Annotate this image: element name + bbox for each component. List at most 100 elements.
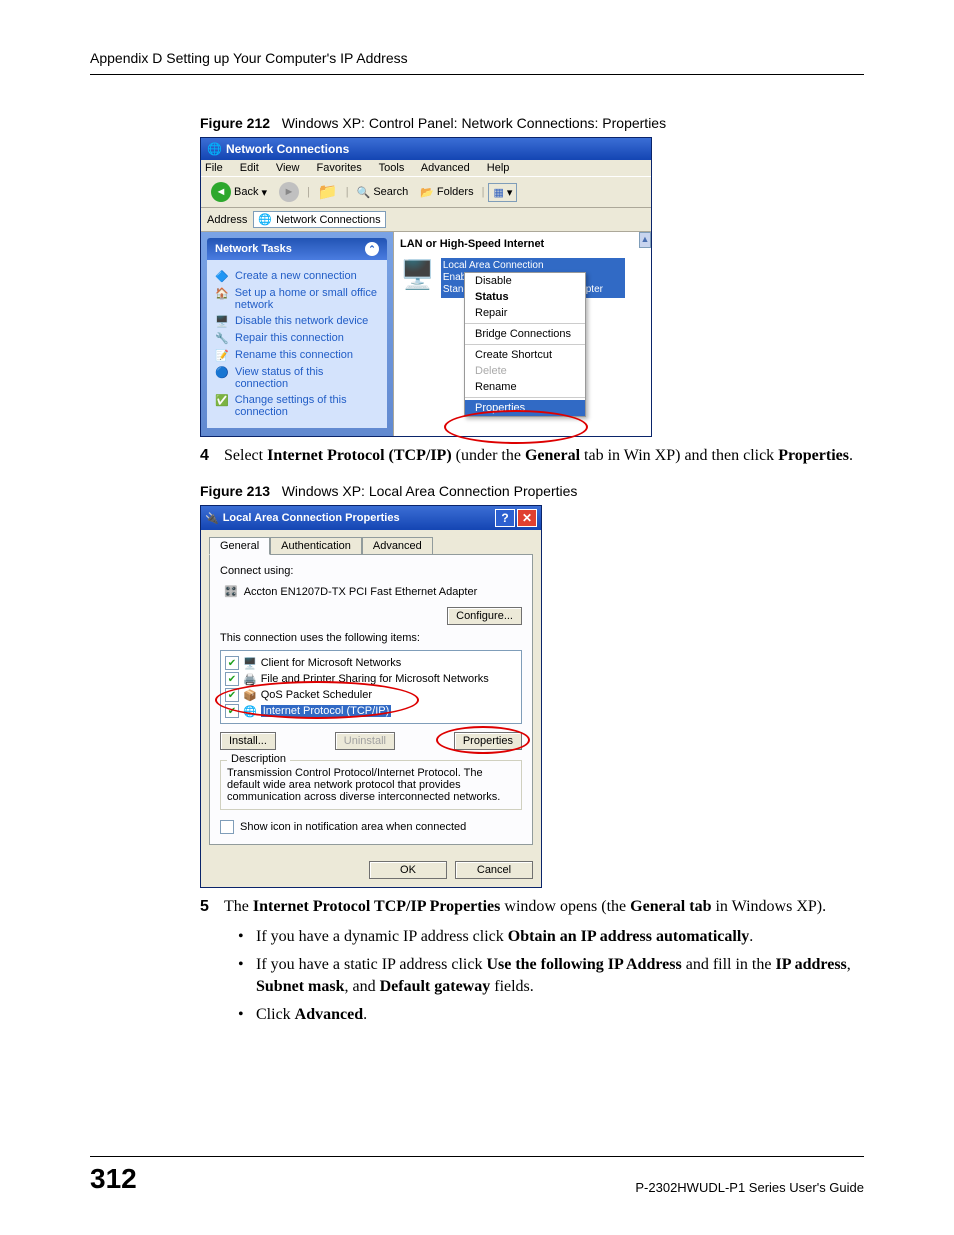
task-setup-network[interactable]: 🏠Set up a home or small office network (215, 287, 379, 311)
page-number: 312 (90, 1163, 137, 1195)
t: Obtain an IP address automatically (508, 928, 750, 945)
uses-items-label: This connection uses the following items… (220, 632, 522, 644)
collapse-icon: ⌃ (365, 242, 379, 256)
task-view-status[interactable]: 🔵View status of this connection (215, 366, 379, 390)
task-label: Rename this connection (235, 349, 353, 362)
separator (465, 323, 585, 324)
item-label: Internet Protocol (TCP/IP) (261, 705, 392, 717)
ctx-properties[interactable]: Properties (465, 400, 585, 416)
menu-help[interactable]: Help (487, 162, 510, 174)
t: Use the following IP Address (486, 956, 681, 973)
tab-authentication[interactable]: Authentication (270, 537, 362, 555)
t: Internet Protocol (TCP/IP) (267, 447, 452, 464)
bullet-icon: • (238, 926, 256, 948)
views-button[interactable]: ▦▾ (488, 183, 517, 202)
menubar[interactable]: File Edit View Favorites Tools Advanced … (201, 160, 651, 176)
item-label: Client for Microsoft Networks (261, 657, 402, 669)
screenshot-network-connections: 🌐 Network Connections File Edit View Fav… (200, 137, 652, 437)
figure-212-text: Windows XP: Control Panel: Network Conne… (282, 115, 666, 131)
window-titlebar: 🌐 Network Connections (201, 138, 651, 160)
menu-file[interactable]: File (205, 162, 223, 174)
t: General (525, 447, 580, 464)
task-change-settings[interactable]: ✅Change settings of this connection (215, 394, 379, 418)
install-button[interactable]: Install... (220, 732, 276, 750)
task-label: Set up a home or small office network (235, 287, 379, 311)
up-button[interactable]: 📁 (314, 181, 342, 203)
ok-button[interactable]: OK (369, 861, 447, 879)
ctx-rename[interactable]: Rename (465, 379, 585, 395)
ctx-delete: Delete (465, 363, 585, 379)
search-button[interactable]: 🔍 Search (353, 185, 413, 200)
network-tasks-header[interactable]: Network Tasks ⌃ (207, 238, 387, 260)
disable-icon: 🖥️ (215, 315, 229, 328)
menu-view[interactable]: View (276, 162, 300, 174)
task-rename[interactable]: 📝Rename this connection (215, 349, 379, 362)
scroll-up-button[interactable]: ▲ (639, 232, 651, 248)
task-label: Disable this network device (235, 315, 368, 328)
item-file-print[interactable]: ✔🖨️File and Printer Sharing for Microsof… (225, 671, 517, 687)
menu-edit[interactable]: Edit (240, 162, 259, 174)
folders-button[interactable]: 📂 Folders (416, 185, 477, 200)
address-bar: Address 🌐 Network Connections (201, 208, 651, 232)
settings-icon: ✅ (215, 394, 229, 418)
task-create-connection[interactable]: 🔷Create a new connection (215, 270, 379, 283)
step-number: 4 (200, 445, 224, 467)
section-header: LAN or High-Speed Internet (400, 238, 645, 250)
cancel-button[interactable]: Cancel (455, 861, 533, 879)
item-label: File and Printer Sharing for Microsoft N… (261, 673, 489, 685)
bullet-icon: • (238, 954, 256, 998)
item-qos[interactable]: ✔📦QoS Packet Scheduler (225, 687, 517, 703)
tab-advanced[interactable]: Advanced (362, 537, 433, 555)
item-client-ms[interactable]: ✔🖥️Client for Microsoft Networks (225, 655, 517, 671)
menu-advanced[interactable]: Advanced (421, 162, 470, 174)
items-listbox[interactable]: ✔🖥️Client for Microsoft Networks ✔🖨️File… (220, 650, 522, 724)
t: , and (344, 978, 379, 995)
configure-button[interactable]: Configure... (447, 607, 522, 625)
close-button[interactable]: ✕ (517, 509, 537, 527)
bullet-1: • If you have a dynamic IP address click… (238, 926, 864, 948)
show-icon-row[interactable]: ✔ Show icon in notification area when co… (220, 820, 522, 834)
adapter-name: Accton EN1207D-TX PCI Fast Ethernet Adap… (244, 586, 478, 598)
t: The (224, 898, 253, 915)
dialog-icon: 🔌 (205, 512, 219, 525)
task-label: Repair this connection (235, 332, 344, 345)
ctx-repair[interactable]: Repair (465, 305, 585, 321)
menu-tools[interactable]: Tools (379, 162, 405, 174)
step-number: 5 (200, 896, 224, 918)
connection-icon: 🖥️ (400, 258, 435, 291)
t: fields. (490, 978, 534, 995)
side-panel: Network Tasks ⌃ 🔷Create a new connection… (201, 232, 393, 436)
t: General tab (630, 898, 711, 915)
ctx-status[interactable]: Status (465, 289, 585, 305)
item-tcpip[interactable]: ✔🌐Internet Protocol (TCP/IP) (225, 703, 517, 719)
forward-button[interactable]: ► (275, 181, 303, 203)
t: If you have a static IP address click (256, 956, 486, 973)
menu-favorites[interactable]: Favorites (317, 162, 362, 174)
dialog-buttons: OK Cancel (201, 853, 541, 887)
properties-button[interactable]: Properties (454, 732, 522, 750)
task-disable-device[interactable]: 🖥️ Disable this network device (215, 315, 379, 328)
address-label: Address (207, 214, 247, 226)
ctx-shortcut[interactable]: Create Shortcut (465, 347, 585, 363)
t: (under the (452, 447, 525, 464)
checkbox-icon[interactable]: ✔ (225, 688, 239, 702)
checkbox-icon[interactable]: ✔ (225, 672, 239, 686)
ctx-disable[interactable]: Disable (465, 273, 585, 289)
ctx-bridge[interactable]: Bridge Connections (465, 326, 585, 342)
back-icon: ◄ (211, 182, 231, 202)
folder-up-icon: 📁 (318, 182, 338, 202)
tab-general[interactable]: General (209, 537, 270, 555)
forward-icon: ► (279, 182, 299, 202)
checkbox-icon[interactable]: ✔ (225, 704, 239, 718)
address-field[interactable]: 🌐 Network Connections (253, 211, 385, 228)
search-label: Search (373, 186, 408, 198)
toolbar: ◄ Back ▾ ► | 📁 | 🔍 Search 📂 Folders | (201, 176, 651, 208)
checkbox-icon[interactable]: ✔ (220, 820, 234, 834)
back-button[interactable]: ◄ Back ▾ (207, 181, 271, 203)
bullet-icon: • (238, 1004, 256, 1026)
help-button[interactable]: ? (495, 509, 515, 527)
task-label: View status of this connection (235, 366, 379, 390)
task-repair[interactable]: 🔧Repair this connection (215, 332, 379, 345)
checkbox-icon[interactable]: ✔ (225, 656, 239, 670)
task-label: Change settings of this connection (235, 394, 379, 418)
